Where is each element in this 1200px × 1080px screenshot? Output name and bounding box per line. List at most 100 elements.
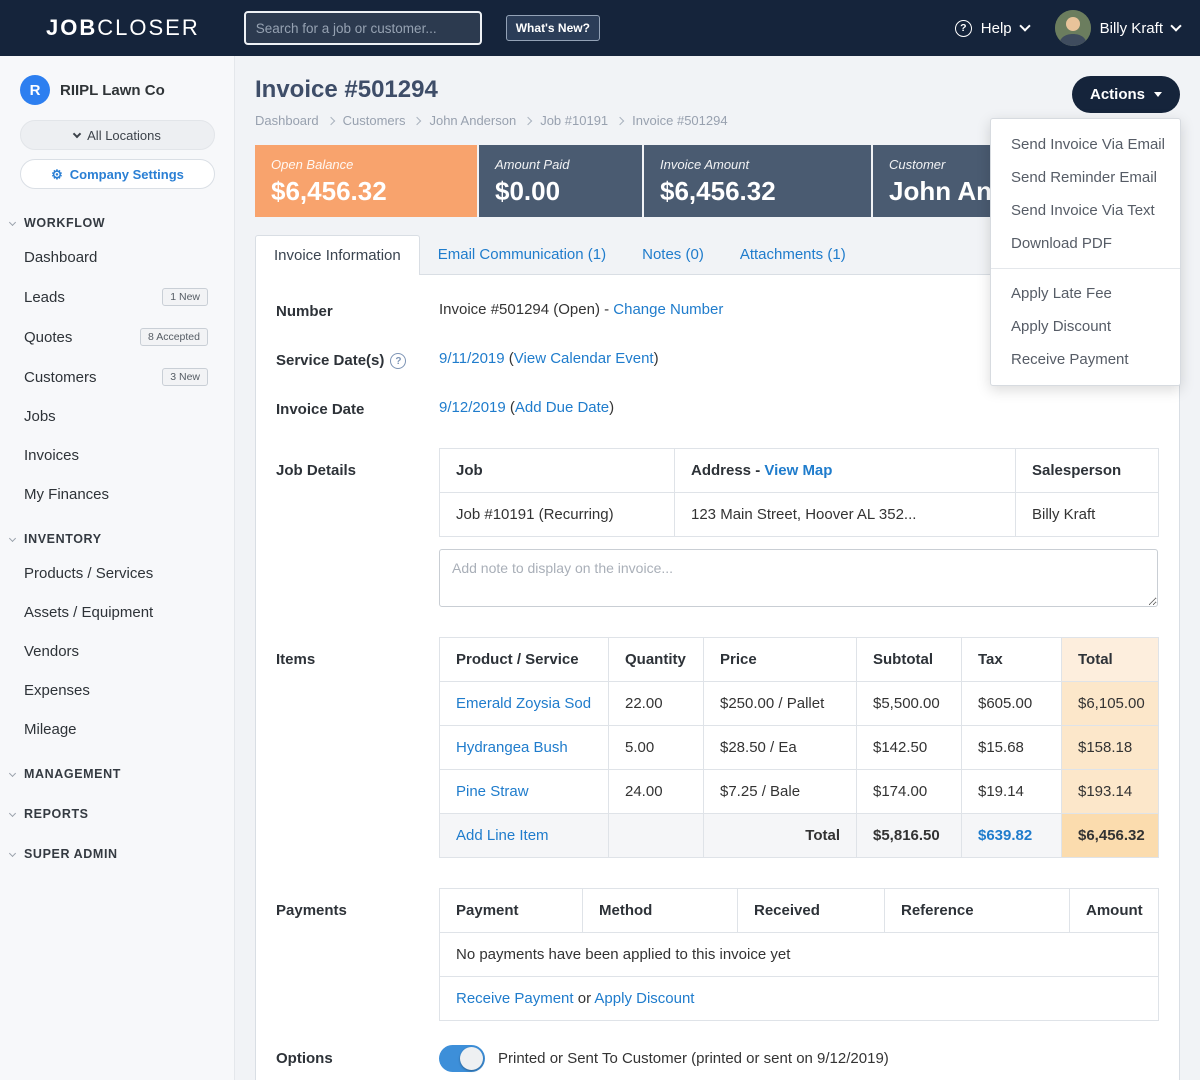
app-logo: JOBCLOSER xyxy=(46,15,200,41)
user-name: Billy Kraft xyxy=(1100,20,1163,37)
sidebar-item-label: Assets / Equipment xyxy=(24,604,153,621)
nav-section-inventory[interactable]: INVENTORY xyxy=(0,514,234,554)
menu-item-apply-discount[interactable]: Apply Discount xyxy=(991,310,1180,343)
info-icon[interactable]: ? xyxy=(390,353,406,369)
number-value: Invoice #501294 (Open) - Change Number xyxy=(439,301,723,320)
gear-icon: ⚙ xyxy=(51,168,63,181)
product-service-header: Product / Service xyxy=(440,638,609,682)
sidebar-item-jobs[interactable]: Jobs xyxy=(0,397,234,436)
change-number-link[interactable]: Change Number xyxy=(613,301,723,318)
salesperson-column-header: Salesperson xyxy=(1016,449,1159,493)
nav-section-reports[interactable]: REPORTS xyxy=(0,789,234,829)
received-header: Received xyxy=(738,889,885,933)
tax-cell: $15.68 xyxy=(962,726,1062,770)
items-table: Product / Service Quantity Price Subtota… xyxy=(439,637,1159,858)
help-menu[interactable]: ? Help xyxy=(955,20,1029,37)
company-settings-button[interactable]: ⚙ Company Settings xyxy=(20,159,215,189)
nav-section-management[interactable]: MANAGEMENT xyxy=(0,749,234,789)
options-row: Options Printed or Sent To Customer (pri… xyxy=(276,1045,1159,1072)
printed-sent-toggle[interactable] xyxy=(439,1045,485,1072)
help-icon: ? xyxy=(955,20,972,37)
chevron-right-icon xyxy=(524,116,532,124)
table-header-row: Product / Service Quantity Price Subtota… xyxy=(440,638,1159,682)
tab-email-communication[interactable]: Email Communication (1) xyxy=(420,235,624,275)
sidebar-item-invoices[interactable]: Invoices xyxy=(0,436,234,475)
payments-table: Payment Method Received Reference Amount… xyxy=(439,888,1159,1021)
sidebar-item-vendors[interactable]: Vendors xyxy=(0,632,234,671)
sidebar-item-customers[interactable]: Customers 3 New xyxy=(0,357,234,397)
sidebar-item-label: Invoices xyxy=(24,447,79,464)
sidebar-item-assets-equipment[interactable]: Assets / Equipment xyxy=(0,593,234,632)
actions-dropdown-menu: Send Invoice Via Email Send Reminder Ema… xyxy=(990,118,1181,386)
add-line-item-link[interactable]: Add Line Item xyxy=(456,827,549,844)
product-link[interactable]: Hydrangea Bush xyxy=(456,739,568,756)
company-header: R RIIPL Lawn Co xyxy=(0,74,234,106)
subtotal-cell: $174.00 xyxy=(857,770,962,814)
add-due-date-link[interactable]: Add Due Date xyxy=(515,399,609,416)
locations-dropdown[interactable]: All Locations xyxy=(20,120,215,150)
quantity-cell: 22.00 xyxy=(609,682,704,726)
nav-section-workflow[interactable]: WORKFLOW xyxy=(0,198,234,238)
sidebar-item-products-services[interactable]: Products / Services xyxy=(0,554,234,593)
breadcrumb-dashboard[interactable]: Dashboard xyxy=(255,113,319,128)
menu-item-send-invoice-via-email[interactable]: Send Invoice Via Email xyxy=(991,128,1180,161)
actions-button[interactable]: Actions xyxy=(1072,76,1180,113)
tax-total-link[interactable]: $639.82 xyxy=(978,827,1032,844)
tab-attachments[interactable]: Attachments (1) xyxy=(722,235,864,275)
sidebar-item-mileage[interactable]: Mileage xyxy=(0,710,234,749)
product-link[interactable]: Emerald Zoysia Sod xyxy=(456,695,591,712)
user-menu[interactable]: Billy Kraft xyxy=(1055,10,1180,46)
menu-item-apply-late-fee[interactable]: Apply Late Fee xyxy=(991,277,1180,310)
invoice-date-label: Invoice Date xyxy=(276,399,439,418)
menu-item-send-reminder-email[interactable]: Send Reminder Email xyxy=(991,161,1180,194)
sidebar-item-dashboard[interactable]: Dashboard xyxy=(0,238,234,277)
address-column-header: Address - View Map xyxy=(675,449,1016,493)
tab-notes[interactable]: Notes (0) xyxy=(624,235,722,275)
invoice-date-link[interactable]: 9/12/2019 xyxy=(439,399,506,416)
view-calendar-event-link[interactable]: View Calendar Event xyxy=(514,350,654,367)
menu-item-receive-payment[interactable]: Receive Payment xyxy=(991,343,1180,376)
sidebar-item-leads[interactable]: Leads 1 New xyxy=(0,277,234,317)
nav-section-label: MANAGEMENT xyxy=(24,767,121,781)
actions-button-label: Actions xyxy=(1090,86,1145,103)
status-badge: 8 Accepted xyxy=(140,328,208,346)
chevron-down-icon xyxy=(1170,20,1181,31)
status-badge: 3 New xyxy=(162,368,208,386)
topbar-right-group: ? Help Billy Kraft xyxy=(955,10,1180,46)
company-settings-label: Company Settings xyxy=(70,167,184,182)
payments-value: Payment Method Received Reference Amount… xyxy=(439,888,1159,1021)
menu-item-download-pdf[interactable]: Download PDF xyxy=(991,227,1180,260)
salesperson-cell: Billy Kraft xyxy=(1016,493,1159,537)
breadcrumb-customer-name[interactable]: John Anderson xyxy=(429,113,516,128)
receive-payment-link[interactable]: Receive Payment xyxy=(456,990,574,1007)
tax-header: Tax xyxy=(962,638,1062,682)
payment-links-cell: Receive Payment or Apply Discount xyxy=(440,977,1159,1021)
sidebar-item-expenses[interactable]: Expenses xyxy=(0,671,234,710)
service-date-link[interactable]: 9/11/2019 xyxy=(439,350,505,367)
chevron-down-icon xyxy=(1019,20,1030,31)
sidebar-item-label: Mileage xyxy=(24,721,77,738)
options-label: Options xyxy=(276,1050,439,1067)
global-search-input[interactable] xyxy=(244,11,482,45)
help-label: Help xyxy=(981,20,1012,37)
nav-section-super-admin[interactable]: SUPER ADMIN xyxy=(0,829,234,869)
view-map-link[interactable]: View Map xyxy=(764,462,832,479)
whats-new-button[interactable]: What's New? xyxy=(506,15,600,41)
sidebar-item-my-finances[interactable]: My Finances xyxy=(0,475,234,514)
sidebar-item-quotes[interactable]: Quotes 8 Accepted xyxy=(0,317,234,357)
apply-discount-link[interactable]: Apply Discount xyxy=(594,990,694,1007)
invoice-note-input[interactable] xyxy=(439,549,1158,607)
totals-row: Add Line Item Total $5,816.50 $639.82 $6… xyxy=(440,814,1159,858)
quantity-header: Quantity xyxy=(609,638,704,682)
breadcrumb-job[interactable]: Job #10191 xyxy=(540,113,608,128)
menu-item-send-invoice-via-text[interactable]: Send Invoice Via Text xyxy=(991,194,1180,227)
quantity-cell: 24.00 xyxy=(609,770,704,814)
sidebar-item-label: Jobs xyxy=(24,408,56,425)
product-cell: Hydrangea Bush xyxy=(440,726,609,770)
sidebar-nav: WORKFLOW Dashboard Leads 1 New Quotes 8 … xyxy=(0,198,234,869)
product-link[interactable]: Pine Straw xyxy=(456,783,529,800)
subtotal-total-cell: $5,816.50 xyxy=(857,814,962,858)
breadcrumb-customers[interactable]: Customers xyxy=(343,113,406,128)
tab-invoice-information[interactable]: Invoice Information xyxy=(255,235,420,275)
chevron-right-icon xyxy=(326,116,334,124)
